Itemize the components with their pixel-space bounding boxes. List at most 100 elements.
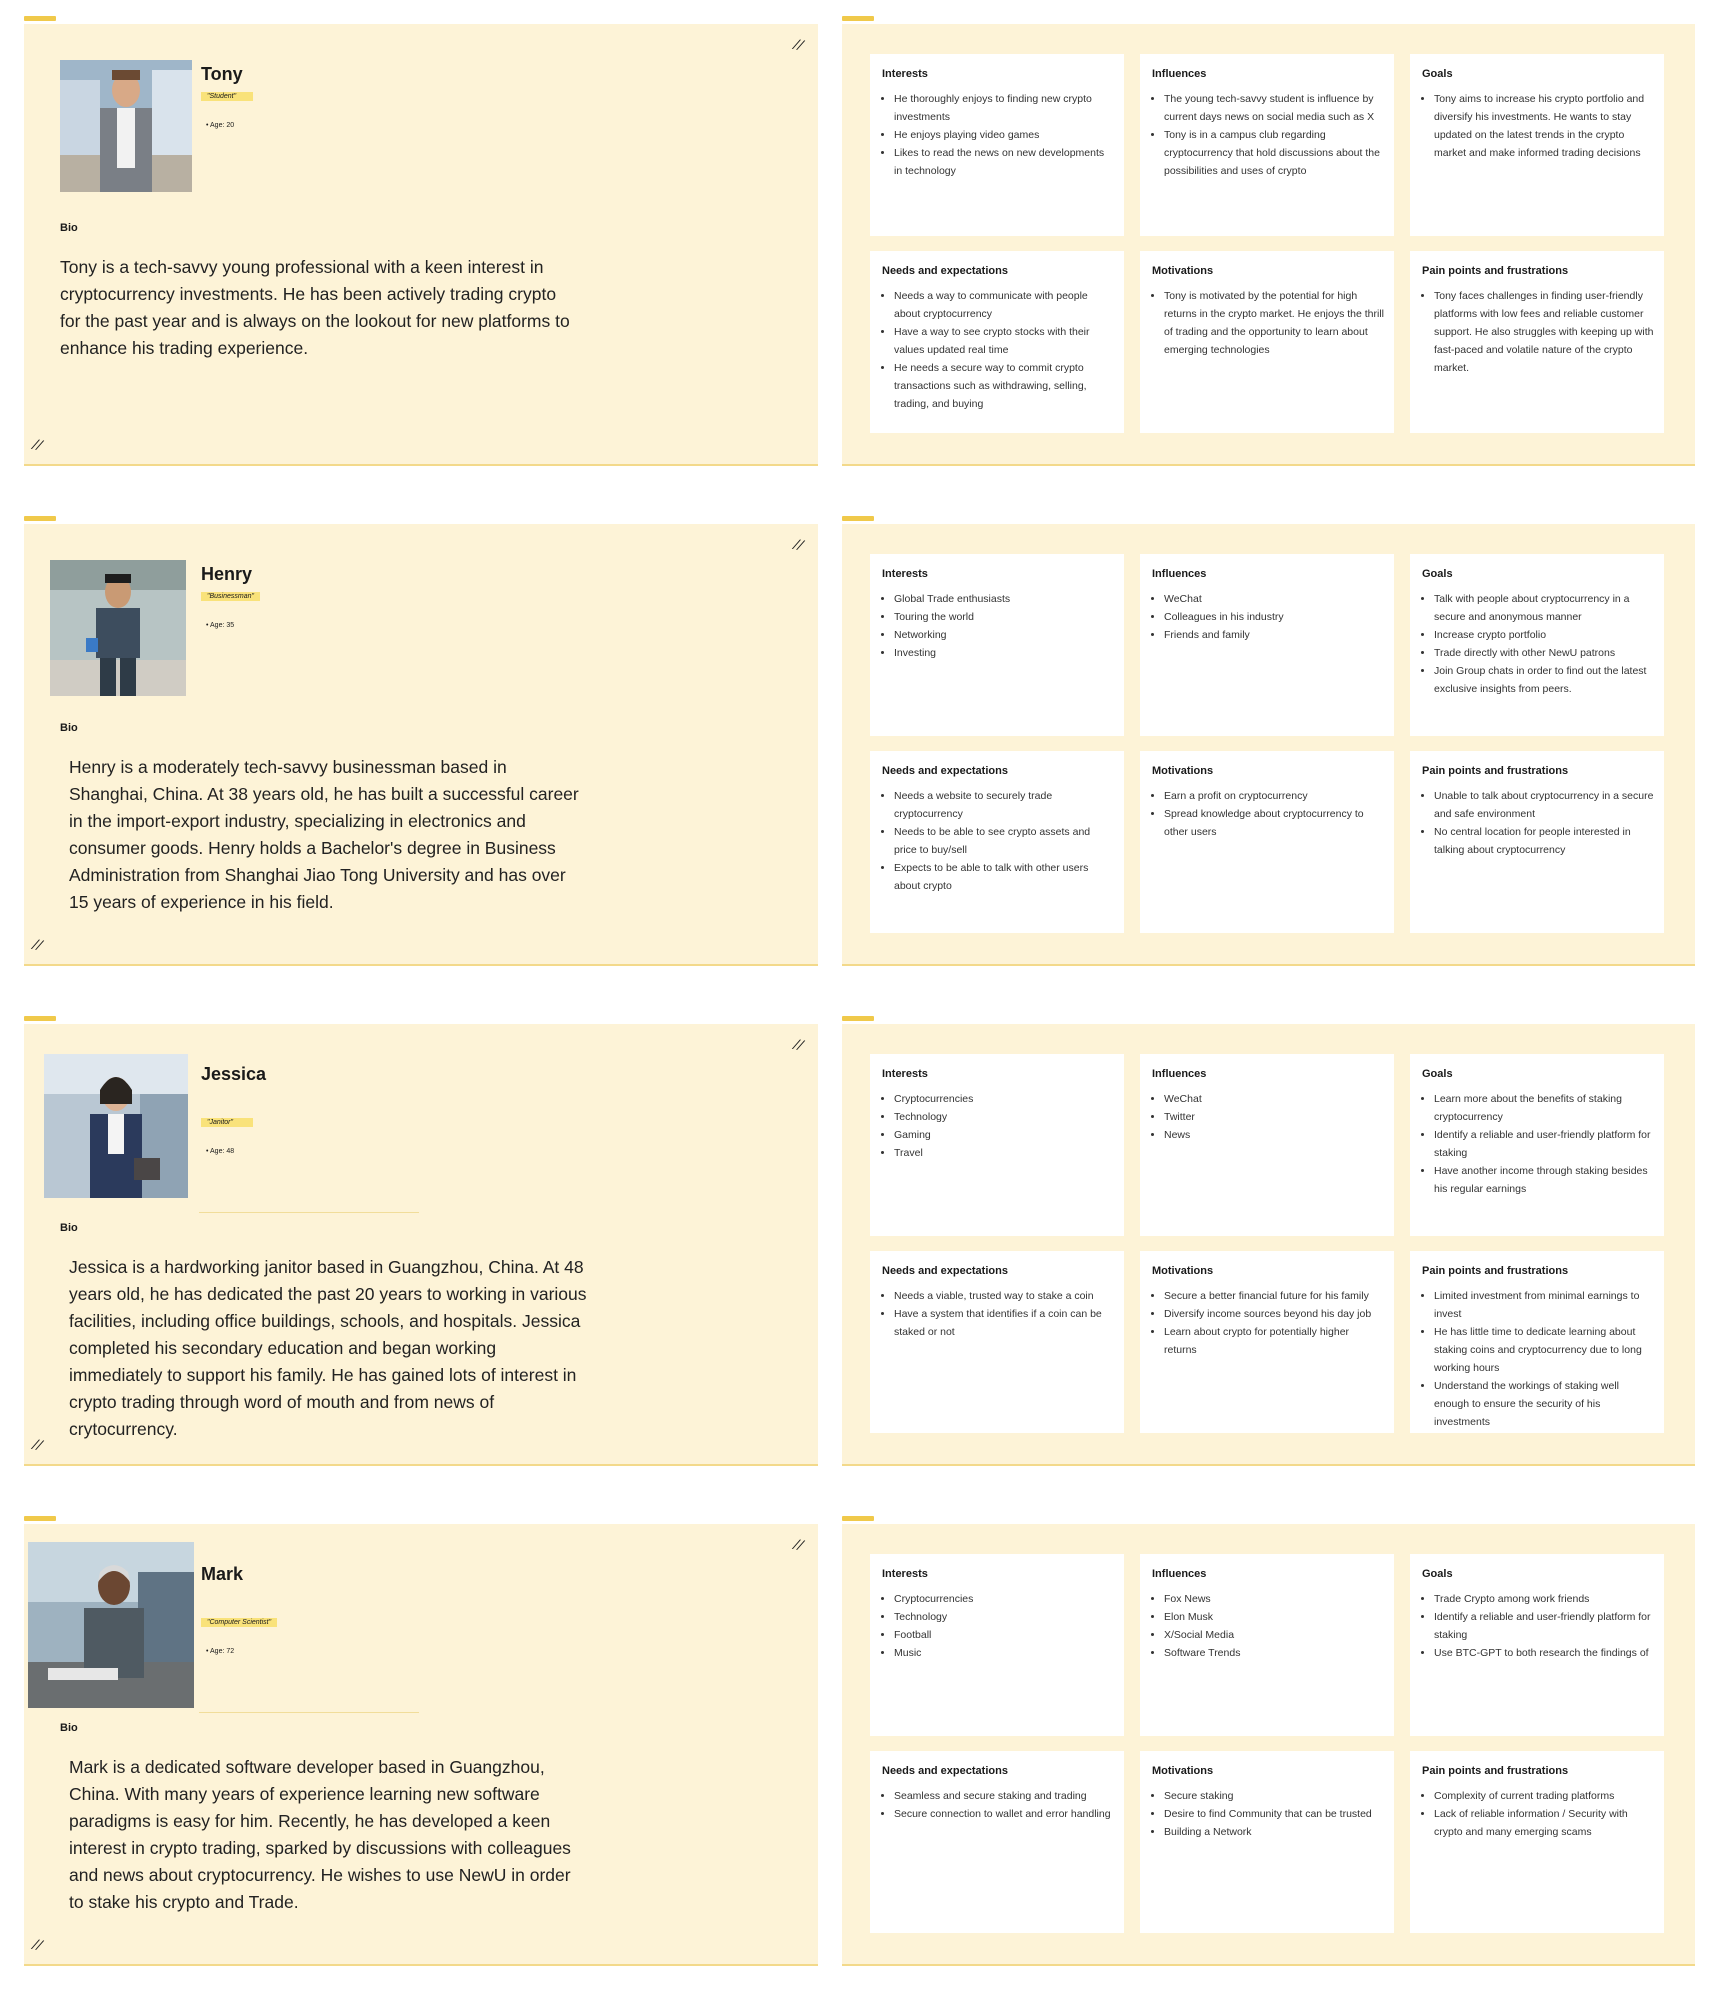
persona-row-tony: Tony "Student" Age: 20 Bio Tony is a tec… bbox=[0, 0, 1722, 470]
role-badge: "Computer Scientist" bbox=[201, 1618, 278, 1627]
section-title: Pain points and frustrations bbox=[1422, 265, 1569, 277]
list-item: Tony faces challenges in finding user-fr… bbox=[1434, 287, 1654, 377]
list-item: Join Group chats in order to find out th… bbox=[1434, 662, 1654, 698]
section-list: Needs a way to communicate with people a… bbox=[882, 287, 1114, 413]
list-item: X/Social Media bbox=[1164, 1626, 1384, 1644]
frame-tag[interactable] bbox=[842, 1016, 874, 1021]
list-item: Increase crypto portfolio bbox=[1434, 626, 1654, 644]
list-item: The young tech-savvy student is influenc… bbox=[1164, 90, 1384, 126]
section-list: He thoroughly enjoys to finding new cryp… bbox=[882, 90, 1114, 180]
section-list: WeChatTwitterNews bbox=[1152, 1090, 1384, 1144]
section-list: CryptocurrenciesTechnologyGamingTravel bbox=[882, 1090, 1114, 1162]
section-title: Goals bbox=[1422, 568, 1453, 580]
list-item: Understand the workings of staking well … bbox=[1434, 1377, 1654, 1431]
section-title: Needs and expectations bbox=[882, 265, 1008, 277]
section-list: WeChatColleagues in his industryFriends … bbox=[1152, 590, 1384, 644]
bio-text: Mark is a dedicated software developer b… bbox=[69, 1757, 571, 1912]
frame-tag[interactable] bbox=[842, 1516, 874, 1521]
section-box-interests: Interests CryptocurrenciesTechnologyGamin… bbox=[870, 1054, 1124, 1236]
list-item: Colleagues in his industry bbox=[1164, 608, 1384, 626]
profile-card: Jessica "Janitor" Age: 48 Bio Jessica is… bbox=[24, 1024, 818, 1466]
list-item: Identify a reliable and user-friendly pl… bbox=[1434, 1126, 1654, 1162]
sparkle-decoration-icon: ⁄⁄ bbox=[32, 1937, 45, 1955]
section-list: Global Trade enthusiastsTouring the worl… bbox=[882, 590, 1114, 662]
frame-tag[interactable] bbox=[24, 516, 56, 521]
sparkle-decoration-icon: ⁄⁄ bbox=[793, 537, 806, 555]
frame-tag[interactable] bbox=[842, 16, 874, 21]
section-list: Seamless and secure staking and tradingS… bbox=[882, 1787, 1114, 1823]
section-box-influences: Influences The young tech-savvy student i… bbox=[1140, 54, 1394, 236]
list-item: Limited investment from minimal earnings… bbox=[1434, 1287, 1654, 1323]
list-item: WeChat bbox=[1164, 1090, 1384, 1108]
frame-tag[interactable] bbox=[24, 16, 56, 21]
section-title: Influences bbox=[1152, 1568, 1207, 1580]
persona-photo bbox=[44, 1054, 188, 1198]
section-box-influences: Influences WeChatColleagues in his indust… bbox=[1140, 554, 1394, 736]
bio-text: Tony is a tech-savvy young professional … bbox=[60, 257, 570, 358]
section-box-influences: Influences WeChatTwitterNews bbox=[1140, 1054, 1394, 1236]
section-list: Unable to talk about cryptocurrency in a… bbox=[1422, 787, 1654, 859]
frame-tag[interactable] bbox=[24, 1016, 56, 1021]
bio-label: Bio bbox=[60, 1222, 78, 1234]
section-box-interests: Interests He thoroughly enjoys to finding… bbox=[870, 54, 1124, 236]
section-title: Interests bbox=[882, 1568, 928, 1580]
frame-tag[interactable] bbox=[842, 516, 874, 521]
sparkle-decoration-icon: ⁄⁄ bbox=[793, 1537, 806, 1555]
list-item: Friends and family bbox=[1164, 626, 1384, 644]
list-item: Have another income through staking besi… bbox=[1434, 1162, 1654, 1198]
section-list: Tony faces challenges in finding user-fr… bbox=[1422, 287, 1654, 377]
list-item: No central location for people intereste… bbox=[1434, 823, 1654, 859]
section-title: Interests bbox=[882, 68, 928, 80]
section-title: Motivations bbox=[1152, 1765, 1214, 1777]
section-list: Tony aims to increase his crypto portfol… bbox=[1422, 90, 1654, 162]
list-item: Tony aims to increase his crypto portfol… bbox=[1434, 90, 1654, 162]
persona-name: Mark bbox=[201, 1564, 244, 1584]
list-item: Cryptocurrencies bbox=[894, 1590, 1114, 1608]
list-item: Needs a viable, trusted way to stake a c… bbox=[894, 1287, 1114, 1305]
list-item: Expects to be able to talk with other us… bbox=[894, 859, 1114, 895]
section-box-needs: Needs and expectations Needs a website to… bbox=[870, 751, 1124, 933]
section-box-motivations: Motivations Tony is motivated by the pote… bbox=[1140, 251, 1394, 433]
bio-label: Bio bbox=[60, 222, 78, 234]
persona-age: Age: 48 bbox=[206, 1148, 234, 1155]
divider bbox=[199, 1212, 419, 1213]
section-list: Tony is motivated by the potential for h… bbox=[1152, 287, 1384, 359]
persona-row-henry: Henry "Businessman" Age: 35 Bio Henry is… bbox=[0, 500, 1722, 970]
list-item: Have a system that identifies if a coin … bbox=[894, 1305, 1114, 1341]
persona-age: Age: 20 bbox=[206, 122, 234, 129]
list-item: He needs a secure way to commit crypto t… bbox=[894, 359, 1114, 413]
list-item: Tony is motivated by the potential for h… bbox=[1164, 287, 1384, 359]
list-item: Earn a profit on cryptocurrency bbox=[1164, 787, 1384, 805]
list-item: Talk with people about cryptocurrency in… bbox=[1434, 590, 1654, 626]
list-item: Use BTC-GPT to both research the finding… bbox=[1434, 1644, 1654, 1662]
list-item: Needs a website to securely trade crypto… bbox=[894, 787, 1114, 823]
profile-card: Henry "Businessman" Age: 35 Bio Henry is… bbox=[24, 524, 818, 966]
list-item: Unable to talk about cryptocurrency in a… bbox=[1434, 787, 1654, 823]
list-item: Secure staking bbox=[1164, 1787, 1384, 1805]
section-box-motivations: Motivations Secure stakingDesire to find … bbox=[1140, 1751, 1394, 1933]
frame-tag[interactable] bbox=[24, 1516, 56, 1521]
list-item: He has little time to dedicate learning … bbox=[1434, 1323, 1654, 1377]
section-title: Interests bbox=[882, 568, 928, 580]
section-title: Motivations bbox=[1152, 765, 1214, 777]
section-box-needs: Needs and expectations Needs a viable, tr… bbox=[870, 1251, 1124, 1433]
section-list: Secure a better financial future for his… bbox=[1152, 1287, 1384, 1359]
role-badge: "Janitor" bbox=[201, 1118, 253, 1127]
list-item: Identify a reliable and user-friendly pl… bbox=[1434, 1608, 1654, 1644]
bio-text: Henry is a moderately tech-savvy busines… bbox=[69, 757, 579, 912]
list-item: Learn more about the benefits of staking… bbox=[1434, 1090, 1654, 1126]
section-box-needs: Needs and expectations Seamless and secur… bbox=[870, 1751, 1124, 1933]
section-box-influences: Influences Fox NewsElon MuskX/Social Medi… bbox=[1140, 1554, 1394, 1736]
profile-card: Tony "Student" Age: 20 Bio Tony is a tec… bbox=[24, 24, 818, 466]
list-item: Seamless and secure staking and trading bbox=[894, 1787, 1114, 1805]
list-item: Cryptocurrencies bbox=[894, 1090, 1114, 1108]
persona-photo bbox=[28, 1542, 194, 1708]
list-item: Needs a way to communicate with people a… bbox=[894, 287, 1114, 323]
list-item: Networking bbox=[894, 626, 1114, 644]
list-item: Complexity of current trading platforms bbox=[1434, 1787, 1654, 1805]
details-panel: Interests Global Trade enthusiastsTouring… bbox=[842, 524, 1695, 966]
section-title: Pain points and frustrations bbox=[1422, 1765, 1569, 1777]
section-box-motivations: Motivations Earn a profit on cryptocurren… bbox=[1140, 751, 1394, 933]
list-item: Trade directly with other NewU patrons bbox=[1434, 644, 1654, 662]
section-box-interests: Interests Global Trade enthusiastsTouring… bbox=[870, 554, 1124, 736]
